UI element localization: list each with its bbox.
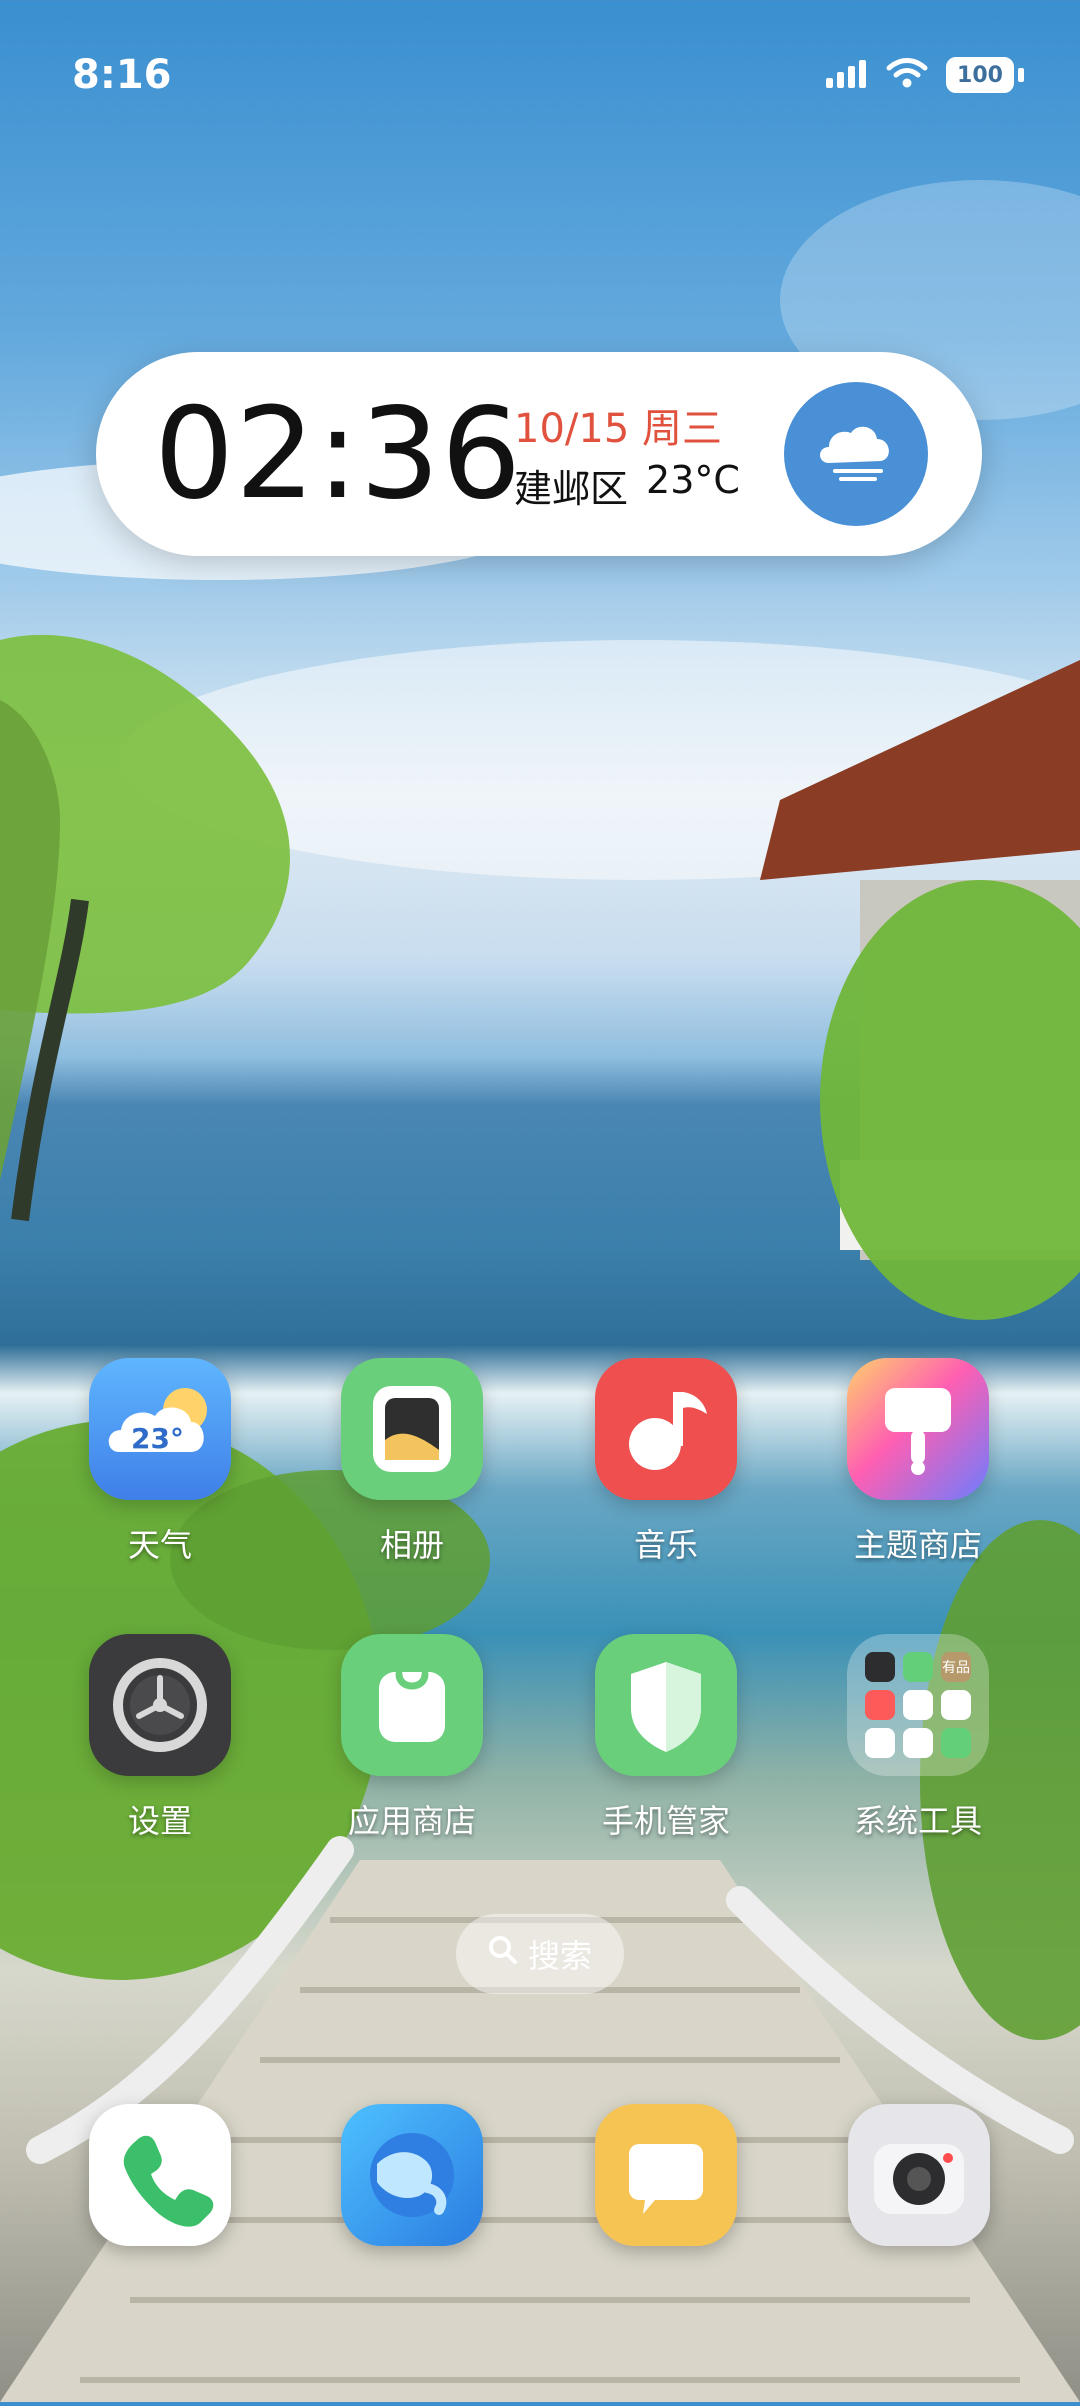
app-folder-system-tools[interactable]: 有品 系统工具 — [818, 1634, 1018, 1842]
music-icon — [595, 1358, 737, 1500]
settings-icon — [89, 1634, 231, 1776]
search-button[interactable]: 搜索 — [456, 1914, 624, 1994]
theme-store-icon — [847, 1358, 989, 1500]
app-label: 天气 — [127, 1526, 192, 1564]
folder-tile-text: 有品 — [942, 1660, 970, 1676]
app-store-icon — [341, 1634, 483, 1776]
app-label: 相册 — [379, 1526, 444, 1564]
app-music[interactable]: 音乐 — [566, 1358, 766, 1566]
status-time: 8:16 — [72, 52, 172, 98]
app-label: 主题商店 — [853, 1526, 982, 1564]
status-bar: 8:16 100 — [0, 0, 1080, 150]
app-gallery[interactable]: 相册 — [312, 1358, 512, 1566]
app-app-store[interactable]: 应用商店 — [312, 1634, 512, 1842]
widget-temperature: 23°C — [646, 458, 740, 502]
dock-messages[interactable] — [595, 2104, 737, 2246]
messages-icon — [595, 2144, 737, 2250]
phone-icon — [89, 2135, 231, 2250]
app-theme-store[interactable]: 主题商店 — [818, 1358, 1018, 1566]
battery-indicator: 100 — [946, 57, 1024, 93]
app-label: 应用商店 — [347, 1802, 476, 1840]
app-settings[interactable]: 设置 — [60, 1634, 260, 1842]
clock-weather-widget[interactable]: 02:36 10/15 周三 建邺区 23°C — [96, 352, 982, 556]
search-icon — [488, 1935, 518, 1973]
phone-manager-icon — [595, 1634, 737, 1776]
dock-phone[interactable] — [89, 2104, 231, 2246]
widget-date: 10/15 周三 — [514, 406, 722, 452]
app-label: 系统工具 — [853, 1802, 982, 1840]
widget-location-temp: 建邺区 23°C — [514, 458, 740, 513]
battery-level: 100 — [946, 57, 1014, 93]
cloud-icon — [784, 382, 928, 526]
battery-nub — [1018, 68, 1024, 82]
app-label: 设置 — [127, 1802, 192, 1840]
app-label: 手机管家 — [601, 1802, 730, 1840]
dock-browser[interactable] — [341, 2104, 483, 2246]
signal-icon — [824, 56, 868, 94]
folder-icon: 有品 — [847, 1634, 989, 1776]
wifi-icon — [886, 56, 928, 94]
search-label: 搜索 — [527, 1937, 592, 1975]
dock-camera[interactable] — [848, 2104, 990, 2246]
app-label: 音乐 — [633, 1526, 698, 1564]
weather-icon: 23° — [89, 1358, 231, 1500]
camera-icon — [848, 2144, 990, 2250]
weather-icon-temp: 23° — [131, 1422, 184, 1455]
widget-clock: 02:36 — [154, 380, 523, 527]
status-icons: 100 — [824, 56, 1024, 94]
app-weather[interactable]: 23° 天气 — [60, 1358, 260, 1566]
gallery-icon — [341, 1358, 483, 1500]
app-phone-manager[interactable]: 手机管家 — [566, 1634, 766, 1842]
browser-icon — [341, 2133, 483, 2250]
widget-location: 建邺区 — [514, 467, 629, 511]
